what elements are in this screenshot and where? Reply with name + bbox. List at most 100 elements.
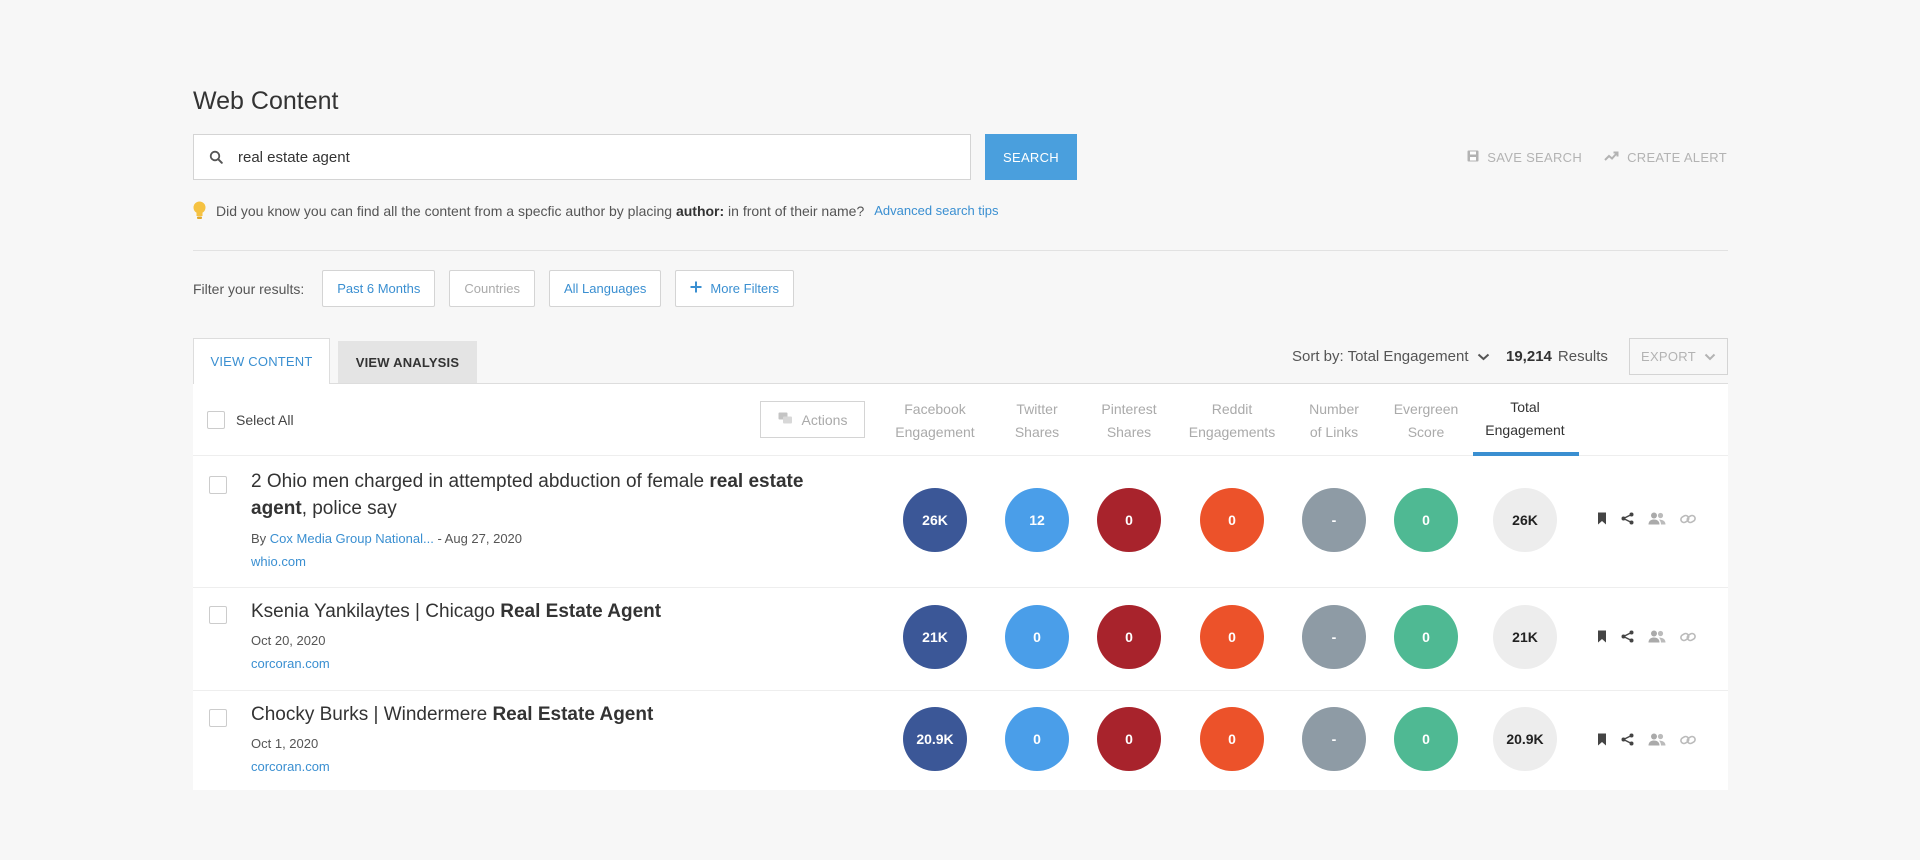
row-meta: By Cox Media Group National... - Aug 27,… [251, 531, 523, 546]
select-all-label: Select All [236, 412, 294, 428]
select-all-checkbox[interactable] [207, 411, 225, 429]
results-number: 19,214 [1506, 348, 1552, 365]
table-row: Ksenia Yankilaytes | Chicago Real Estate… [193, 588, 1728, 691]
select-all[interactable]: Select All [207, 411, 294, 429]
bookmark-icon[interactable] [1597, 733, 1607, 746]
search-button[interactable]: SEARCH [985, 134, 1077, 180]
row-title[interactable]: Chocky Burks | Windermere Real Estate Ag… [251, 701, 831, 728]
total-engagement-value: 20.9K [1493, 707, 1557, 771]
table-header: Select All Actions Facebook Engagement Tw… [193, 384, 1728, 456]
tip-text-prefix: Did you know you can find all the conten… [216, 202, 673, 219]
pinterest-shares-value: 0 [1097, 707, 1161, 771]
column-total-engagement[interactable]: Total Engagement [1485, 396, 1564, 442]
row-title[interactable]: Ksenia Yankilaytes | Chicago Real Estate… [251, 598, 831, 625]
search-tip: Did you know you can find all the conten… [193, 201, 999, 220]
sort-dropdown[interactable]: Sort by: Total Engagement [1292, 348, 1490, 365]
column-reddit-engagements[interactable]: Reddit Engagements [1189, 398, 1275, 444]
share-icon[interactable] [1621, 630, 1634, 643]
date-filter-button[interactable]: Past 6 Months [322, 270, 436, 307]
actions-label: Actions [801, 411, 848, 428]
tab-view-content[interactable]: VIEW CONTENT [193, 338, 330, 384]
evergreen-score-value: 0 [1394, 605, 1458, 669]
total-engagement-value: 26K [1493, 488, 1557, 552]
link-icon[interactable] [1680, 734, 1696, 746]
create-alert-button[interactable]: CREATE ALERT [1604, 150, 1727, 165]
export-button[interactable]: EXPORT [1629, 338, 1728, 375]
bookmark-icon[interactable] [1597, 512, 1607, 525]
twitter-shares-value: 0 [1005, 605, 1069, 669]
chevron-down-icon [1477, 348, 1490, 365]
column-evergreen-score[interactable]: Evergreen Score [1394, 398, 1459, 444]
users-icon[interactable] [1648, 630, 1666, 643]
link-icon[interactable] [1680, 513, 1696, 525]
twitter-shares-value: 0 [1005, 707, 1069, 771]
reddit-engagements-value: 0 [1200, 488, 1264, 552]
users-icon[interactable] [1648, 733, 1666, 746]
table-row: 2 Ohio men charged in attempted abductio… [193, 456, 1728, 588]
row-meta: Oct 20, 2020 [251, 633, 326, 648]
reddit-engagements-value: 0 [1200, 605, 1264, 669]
results-label: Results [1557, 348, 1608, 365]
save-search-label: SAVE SEARCH [1487, 150, 1583, 165]
advanced-search-tips-link[interactable]: Advanced search tips [874, 203, 998, 218]
number-of-links-value: - [1302, 488, 1366, 552]
save-search-button[interactable]: SAVE SEARCH [1467, 150, 1582, 165]
link-icon[interactable] [1680, 631, 1696, 643]
users-icon[interactable] [1648, 512, 1666, 525]
column-pinterest-shares[interactable]: Pinterest Shares [1101, 398, 1156, 444]
more-filters-button[interactable]: More Filters [675, 270, 795, 307]
tip-text-suffix: in front of their name? [728, 202, 865, 219]
filter-row: Filter your results: Past 6 Months Count… [193, 270, 795, 307]
tip-keyword: author: [675, 202, 725, 219]
evergreen-score-value: 0 [1394, 488, 1458, 552]
languages-filter-button[interactable]: All Languages [549, 270, 662, 307]
row-checkbox[interactable] [209, 476, 227, 494]
create-alert-label: CREATE ALERT [1627, 150, 1727, 165]
share-icon[interactable] [1621, 733, 1634, 746]
chevron-down-icon [1704, 349, 1716, 364]
evergreen-score-value: 0 [1394, 707, 1458, 771]
facebook-engagement-value: 20.9K [903, 707, 967, 771]
pinterest-shares-value: 0 [1097, 488, 1161, 552]
row-domain[interactable]: corcoran.com [251, 759, 330, 774]
actions-button[interactable]: Actions [760, 401, 865, 438]
facebook-engagement-value: 21K [903, 605, 967, 669]
row-domain[interactable]: corcoran.com [251, 656, 330, 671]
plus-icon [690, 281, 702, 296]
results-panel: Select All Actions Facebook Engagement Tw… [193, 383, 1728, 790]
author-link[interactable]: Cox Media Group National... [270, 531, 434, 546]
row-actions [1597, 733, 1696, 746]
column-number-of-links[interactable]: Number of Links [1309, 398, 1359, 444]
tab-view-analysis[interactable]: VIEW ANALYSIS [338, 341, 477, 383]
row-title[interactable]: 2 Ohio men charged in attempted abductio… [251, 468, 831, 522]
row-domain[interactable]: whio.com [251, 554, 306, 569]
number-of-links-value: - [1302, 605, 1366, 669]
search-input[interactable] [238, 148, 938, 166]
page-title: Web Content [193, 87, 339, 115]
results-count: 19,214 Results [1506, 348, 1608, 365]
bookmark-icon[interactable] [1597, 630, 1607, 643]
search-box[interactable] [193, 134, 971, 180]
search-icon [194, 150, 238, 164]
filter-label: Filter your results: [193, 280, 305, 297]
column-twitter-shares[interactable]: Twitter Shares [1015, 398, 1059, 444]
facebook-engagement-value: 26K [903, 488, 967, 552]
row-checkbox[interactable] [209, 709, 227, 727]
countries-filter-button[interactable]: Countries [449, 270, 535, 307]
row-meta: Oct 1, 2020 [251, 736, 319, 751]
column-facebook-engagement[interactable]: Facebook Engagement [895, 398, 974, 444]
number-of-links-value: - [1302, 707, 1366, 771]
reddit-engagements-value: 0 [1200, 707, 1264, 771]
export-label: EXPORT [1640, 349, 1697, 364]
twitter-shares-value: 12 [1005, 488, 1069, 552]
trending-icon [1604, 150, 1619, 165]
share-icon[interactable] [1621, 512, 1634, 525]
lightbulb-icon [193, 201, 206, 220]
row-checkbox[interactable] [209, 606, 227, 624]
table-row: Chocky Burks | Windermere Real Estate Ag… [193, 691, 1728, 791]
sort-label: Sort by: Total Engagement [1292, 348, 1469, 365]
comments-icon [778, 412, 793, 428]
save-icon [1467, 150, 1479, 165]
total-engagement-value: 21K [1493, 605, 1557, 669]
pinterest-shares-value: 0 [1097, 605, 1161, 669]
